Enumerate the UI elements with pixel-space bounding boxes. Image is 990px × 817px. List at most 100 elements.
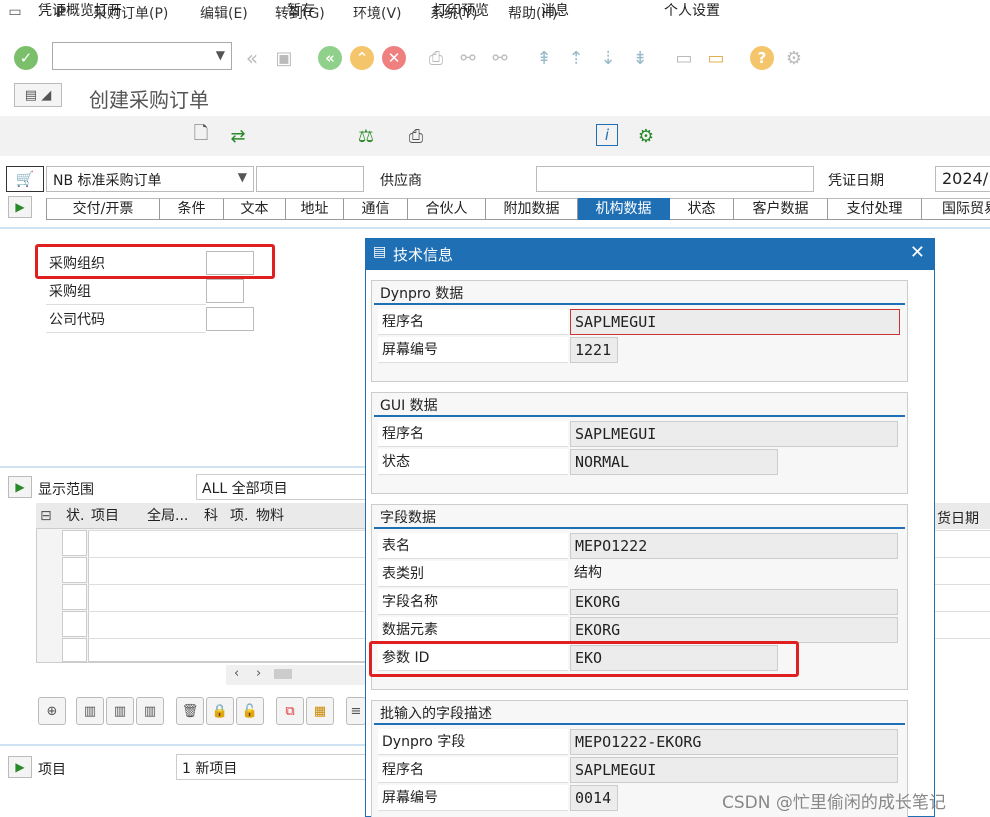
field-name-label: 字段名称 [378, 589, 568, 615]
chevron-down-icon[interactable]: ▼ [238, 170, 247, 184]
vendor-field[interactable] [536, 166, 814, 192]
tab-payment-processing[interactable]: 支付处理 [828, 198, 922, 220]
table-row[interactable] [62, 584, 87, 610]
copy-item-icon[interactable]: ▥ [76, 697, 104, 725]
scroll-left-icon[interactable]: ‹ [234, 666, 239, 681]
first-page-icon[interactable]: ⇞ [532, 46, 556, 70]
company-code-field[interactable] [206, 307, 254, 331]
dialog-title: 技术信息 [393, 246, 454, 264]
confirm-icon[interactable]: ✓ [14, 46, 38, 70]
cancel-icon[interactable]: ✕ [382, 46, 406, 70]
other-po-icon[interactable]: ⇄ [226, 124, 250, 148]
tab-status[interactable]: 状态 [670, 198, 734, 220]
col-material[interactable]: 物料 [256, 503, 284, 529]
display-scope-field[interactable]: ALL 全部项目 [196, 474, 366, 500]
create-document-icon[interactable]: 🗋 [190, 123, 212, 148]
messages-button[interactable]: 消息 [541, 0, 569, 20]
col-item-cat[interactable]: 项. [230, 503, 248, 529]
table-row[interactable] [62, 638, 87, 662]
last-page-icon[interactable]: ⇟ [628, 46, 652, 70]
col-delivery-date[interactable]: 货日期 [937, 508, 979, 528]
tab-address[interactable]: 地址 [286, 198, 344, 220]
cart-icon[interactable]: 🛒 [6, 166, 44, 192]
back-arrows-icon[interactable]: « [240, 46, 264, 70]
po-number-field[interactable] [256, 166, 364, 192]
scroll-thumb[interactable] [274, 669, 292, 679]
col-status[interactable]: 状. [66, 503, 84, 529]
table-row[interactable] [62, 530, 87, 556]
group-header: 字段数据 [380, 510, 436, 526]
dynpro-field-value[interactable]: MEPO1222-EKORG [570, 729, 898, 755]
gui-status-value[interactable]: NORMAL [570, 449, 778, 475]
field-name-value[interactable]: EKORG [570, 589, 898, 615]
menu-icon[interactable]: ▭ [6, 4, 24, 20]
item-select-field[interactable]: 1 新项目 [176, 754, 366, 780]
select-icon[interactable]: ▥ [136, 697, 164, 725]
detail-icon[interactable]: ⊕ [38, 697, 66, 725]
settings-gear-icon[interactable]: ⚙ [782, 46, 806, 70]
document-overview-button[interactable]: 凭证概览打开 [38, 0, 122, 20]
system-menu-icon[interactable]: ▤ ◢ [14, 83, 62, 107]
program-name-value[interactable]: SAPLMEGUI [570, 309, 900, 335]
info-icon[interactable]: i [596, 124, 618, 146]
tab-foreign-trade[interactable]: 国际贸易 [922, 198, 990, 220]
col-account[interactable]: 科 [204, 503, 218, 529]
previous-page-icon[interactable]: ⇡ [564, 46, 588, 70]
tab-delivery-invoice[interactable]: 交付/开票 [46, 198, 160, 220]
table-row[interactable] [62, 611, 87, 637]
tab-texts[interactable]: 文本 [224, 198, 286, 220]
tab-additional-data[interactable]: 附加数据 [486, 198, 578, 220]
close-icon[interactable]: ✕ [910, 242, 925, 263]
tab-org-data[interactable]: 机构数据 [578, 198, 670, 220]
help-icon[interactable]: ? [750, 46, 774, 70]
tab-customer-data[interactable]: 客户数据 [734, 198, 828, 220]
lock-icon[interactable]: 🔒 [206, 697, 234, 725]
save-icon[interactable]: ▣ [272, 46, 296, 70]
scroll-right-icon[interactable]: › [256, 666, 261, 681]
config-icon[interactable]: ▦ [306, 697, 334, 725]
print-icon[interactable]: ⎙ [424, 46, 448, 70]
paste-item-icon[interactable]: ▥ [106, 697, 134, 725]
tab-partners[interactable]: 合伙人 [408, 198, 486, 220]
table-settings-icon[interactable]: ⊟ [40, 503, 52, 529]
delete-icon[interactable]: 🗑 [176, 697, 204, 725]
copy-icon[interactable]: ⧉ [276, 697, 304, 725]
batch-screen-number-value[interactable]: 0014 [570, 785, 618, 811]
hold-button[interactable]: 暂存 [287, 0, 315, 20]
find-next-icon[interactable]: ⚯ [488, 46, 512, 70]
tab-communication[interactable]: 通信 [344, 198, 408, 220]
collapse-items-icon[interactable]: ▶ [8, 476, 32, 498]
command-field[interactable]: ▼ [52, 42, 232, 70]
print-preview-icon[interactable]: ⎙ [404, 124, 428, 148]
chevron-down-icon[interactable]: ▼ [216, 48, 225, 62]
unlock-icon[interactable]: 🔓 [236, 697, 264, 725]
next-page-icon[interactable]: ⇣ [596, 46, 620, 70]
table-hscroll[interactable] [226, 665, 366, 685]
table-row[interactable] [62, 557, 87, 583]
collapse-header-icon[interactable]: ▶ [8, 196, 32, 218]
personal-settings-button[interactable]: 个人设置 [664, 0, 720, 20]
exit-icon[interactable]: ⌃ [350, 46, 374, 70]
more-icon[interactable]: ≡ [346, 697, 366, 725]
menu-environment[interactable]: 环境(V) [353, 3, 402, 23]
col-global[interactable]: 全局... [147, 503, 188, 529]
table-name-value[interactable]: MEPO1222 [570, 533, 898, 559]
menu-edit[interactable]: 编辑(E) [200, 3, 248, 23]
new-session-icon[interactable]: ▭ [672, 46, 696, 70]
personal-settings-icon[interactable]: ⚙ [634, 124, 658, 148]
screen-number-value[interactable]: 1221 [570, 337, 618, 363]
order-type-select[interactable]: NB 标准采购订单 ▼ [46, 166, 254, 192]
batch-program-name-value[interactable]: SAPLMEGUI [570, 757, 898, 783]
collapse-item-detail-icon[interactable]: ▶ [8, 756, 32, 778]
print-preview-button[interactable]: 打印预览 [433, 0, 489, 20]
back-icon[interactable]: « [318, 46, 342, 70]
purchasing-group-field[interactable] [206, 279, 244, 303]
tab-conditions[interactable]: 条件 [160, 198, 224, 220]
check-icon[interactable]: ⚖ [354, 124, 378, 148]
col-item[interactable]: 项目 [91, 503, 119, 529]
shortcut-icon[interactable]: ▭ [704, 46, 728, 70]
doc-date-field[interactable]: 2024/ [935, 166, 990, 192]
gui-program-name-value[interactable]: SAPLMEGUI [570, 421, 898, 447]
data-element-value[interactable]: EKORG [570, 617, 898, 643]
find-icon[interactable]: ⚯ [456, 46, 480, 70]
